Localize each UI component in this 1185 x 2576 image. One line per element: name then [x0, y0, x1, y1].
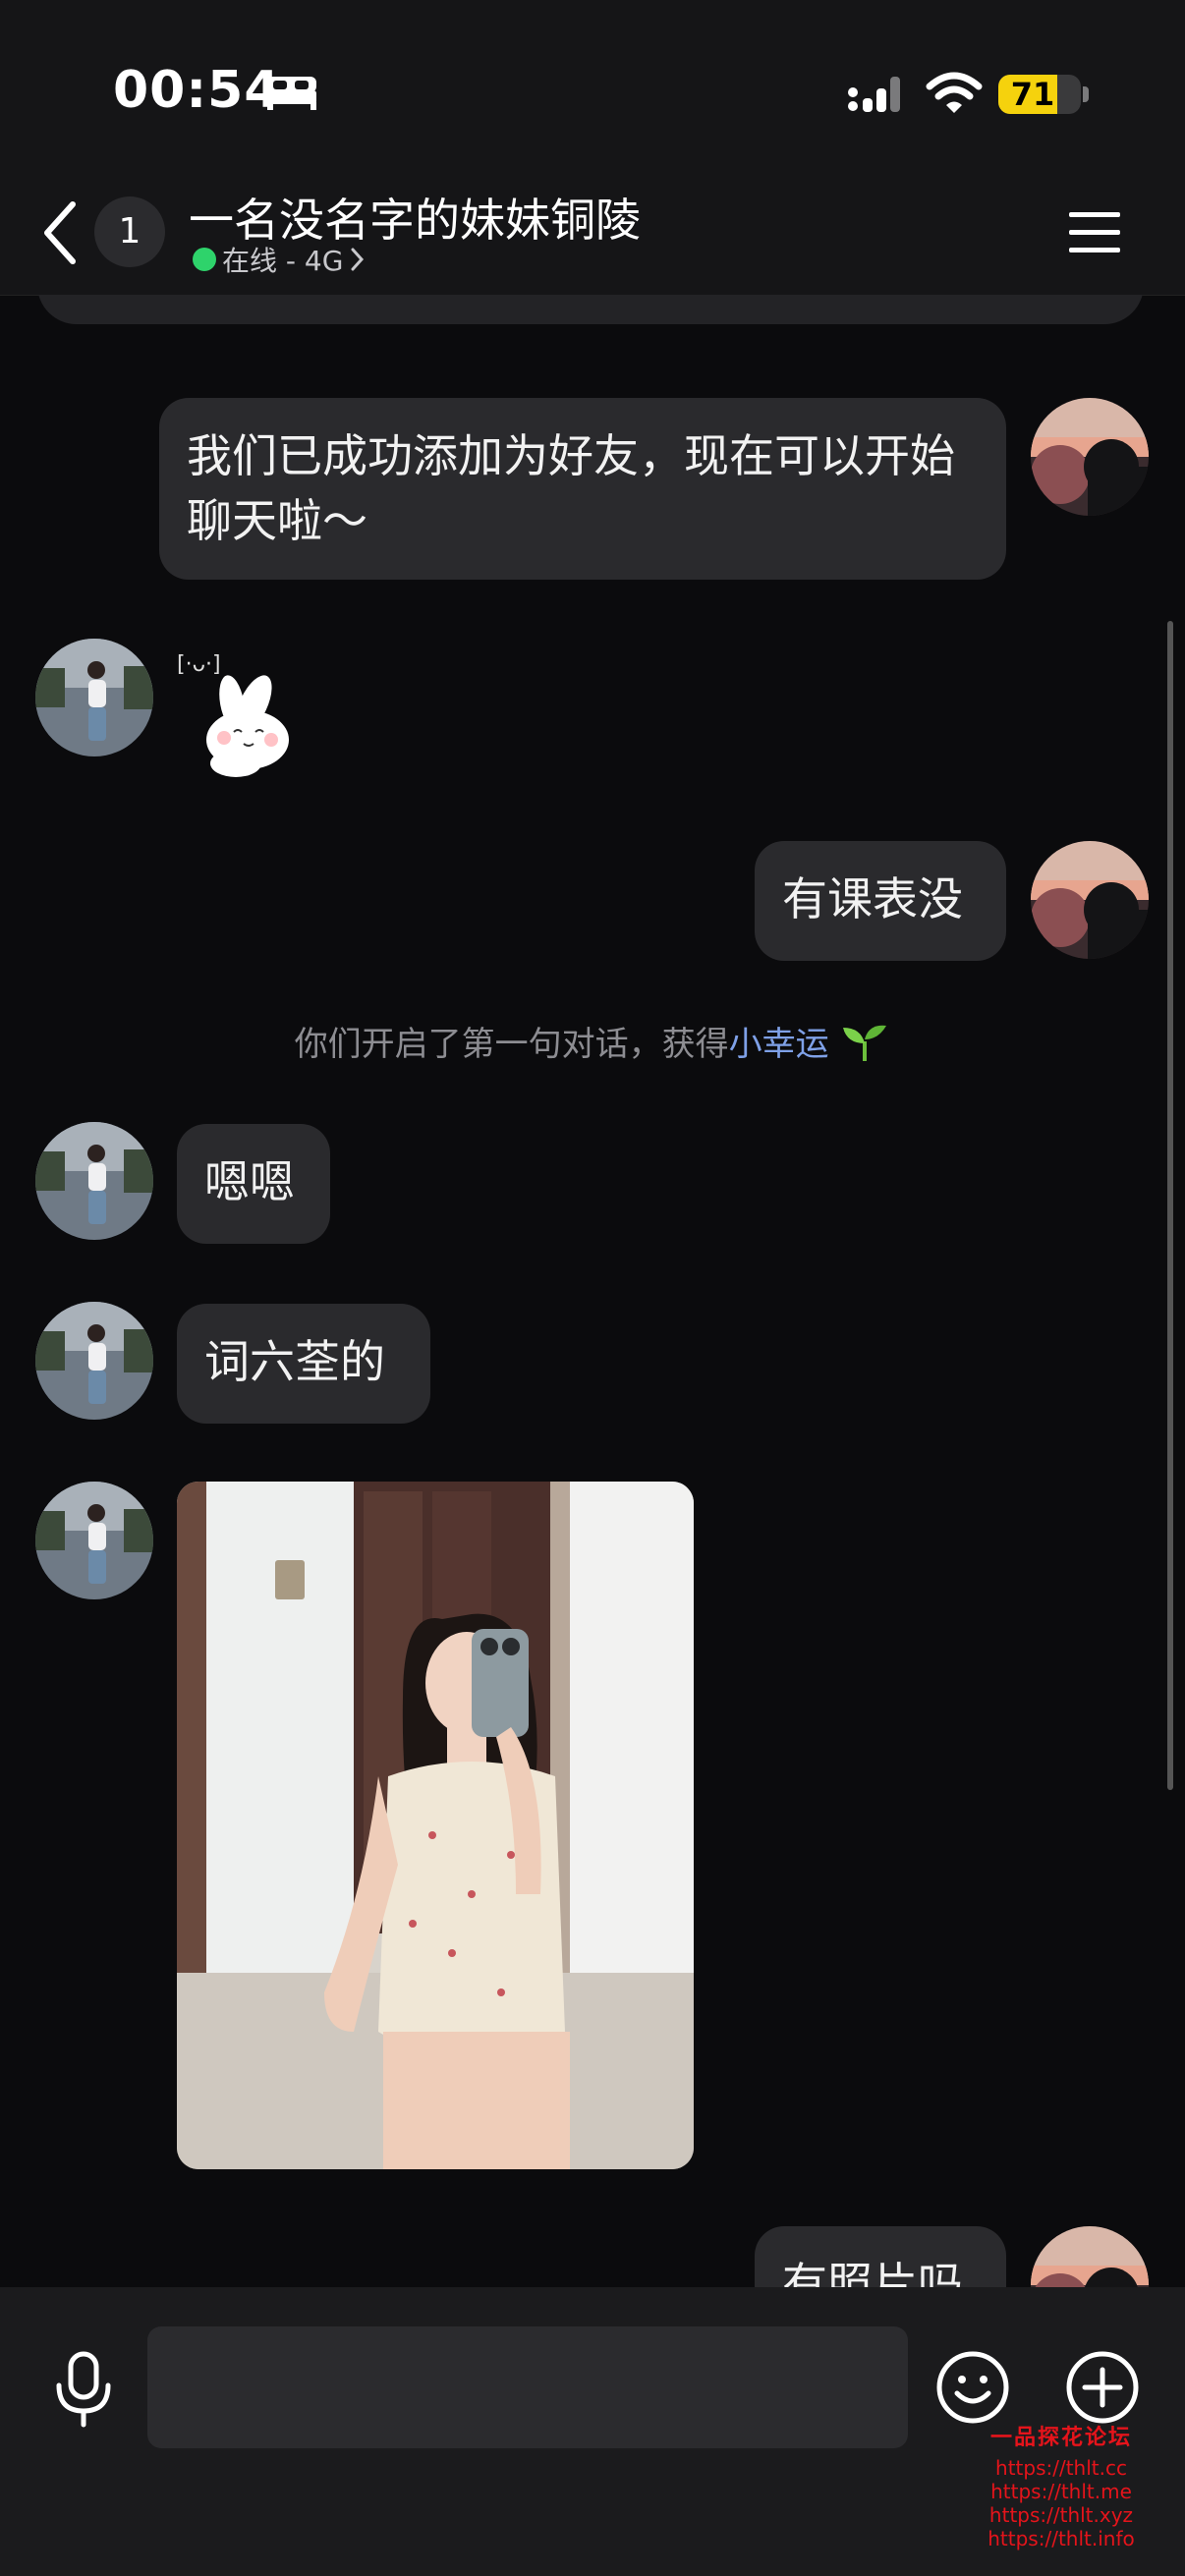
message-bubble-outgoing[interactable]: 我们已成功添加为好友，现在可以开始聊天啦～	[159, 398, 1006, 580]
chat-screen: 00:54 71 1 一名没名字的妹妹铜陵 在线 - 4G 我们已成功添加为好友…	[0, 0, 1185, 2576]
battery-icon: 71	[998, 75, 1081, 114]
online-indicator	[193, 248, 216, 271]
previous-card	[37, 295, 1144, 324]
selfie-photo[interactable]	[177, 1482, 694, 2169]
chat-status[interactable]: 在线 - 4G	[193, 242, 367, 277]
scrollbar[interactable]	[1167, 621, 1173, 1790]
rabbit-sticker[interactable]: [·ᴗ·]	[177, 644, 324, 781]
back-icon[interactable]	[39, 198, 83, 267]
chevron-right-icon	[351, 248, 365, 271]
status-bar: 00:54 71	[0, 0, 1185, 177]
contact-avatar[interactable]	[35, 1302, 153, 1420]
status-time: 00:54	[113, 61, 281, 120]
message-input[interactable]	[147, 2326, 908, 2448]
watermark-line: https://thlt.me	[990, 2480, 1132, 2503]
chat-header: 1 一名没名字的妹妹铜陵 在线 - 4G	[0, 177, 1185, 296]
watermark-line: https://thlt.xyz	[988, 2503, 1134, 2527]
battery-tip	[1083, 86, 1089, 102]
lucky-link[interactable]: 小幸运	[729, 1025, 829, 1064]
bed-icon	[267, 77, 316, 110]
watermark: 一品探花论坛 https://thlt.cc https://thlt.me h…	[963, 2426, 1159, 2551]
mic-icon[interactable]	[51, 2350, 116, 2429]
chat-area[interactable]: 我们已成功添加为好友，现在可以开始聊天啦～ [·ᴗ·] 有课表没 你们开启了第一…	[0, 295, 1185, 2287]
my-avatar[interactable]	[1031, 398, 1149, 516]
my-avatar[interactable]	[1031, 2226, 1149, 2287]
contact-avatar[interactable]	[35, 1482, 153, 1599]
contact-avatar[interactable]	[35, 1122, 153, 1240]
message-bubble-incoming[interactable]: 嗯嗯	[177, 1124, 330, 1244]
message-bubble-incoming[interactable]: 词六荃的	[177, 1304, 430, 1424]
system-message: 你们开启了第一句对话，获得小幸运	[0, 1017, 1185, 1065]
watermark-line: https://thlt.info	[988, 2527, 1135, 2550]
signal-icon	[848, 77, 900, 112]
watermark-title: 一品探花论坛	[989, 2426, 1132, 2450]
wifi-icon	[926, 72, 983, 113]
menu-icon[interactable]	[1065, 206, 1124, 257]
chat-status-text: 在线 - 4G	[222, 245, 344, 277]
message-bubble-outgoing[interactable]: 有照片吗	[755, 2226, 1006, 2287]
sprout-icon	[843, 1025, 887, 1061]
plus-icon[interactable]	[1065, 2350, 1140, 2425]
battery-level: 71	[1010, 76, 1055, 113]
my-avatar[interactable]	[1031, 841, 1149, 959]
unread-badge[interactable]: 1	[94, 196, 165, 267]
message-bubble-outgoing[interactable]: 有课表没	[755, 841, 1006, 961]
watermark-line: https://thlt.cc	[995, 2456, 1127, 2480]
emoji-icon[interactable]	[935, 2350, 1010, 2425]
input-bar: 一品探花论坛 https://thlt.cc https://thlt.me h…	[0, 2287, 1185, 2576]
system-message-text: 你们开启了第一句对话，获得	[294, 1025, 729, 1064]
svg-text:[·ᴗ·]: [·ᴗ·]	[177, 652, 221, 677]
contact-avatar[interactable]	[35, 639, 153, 756]
